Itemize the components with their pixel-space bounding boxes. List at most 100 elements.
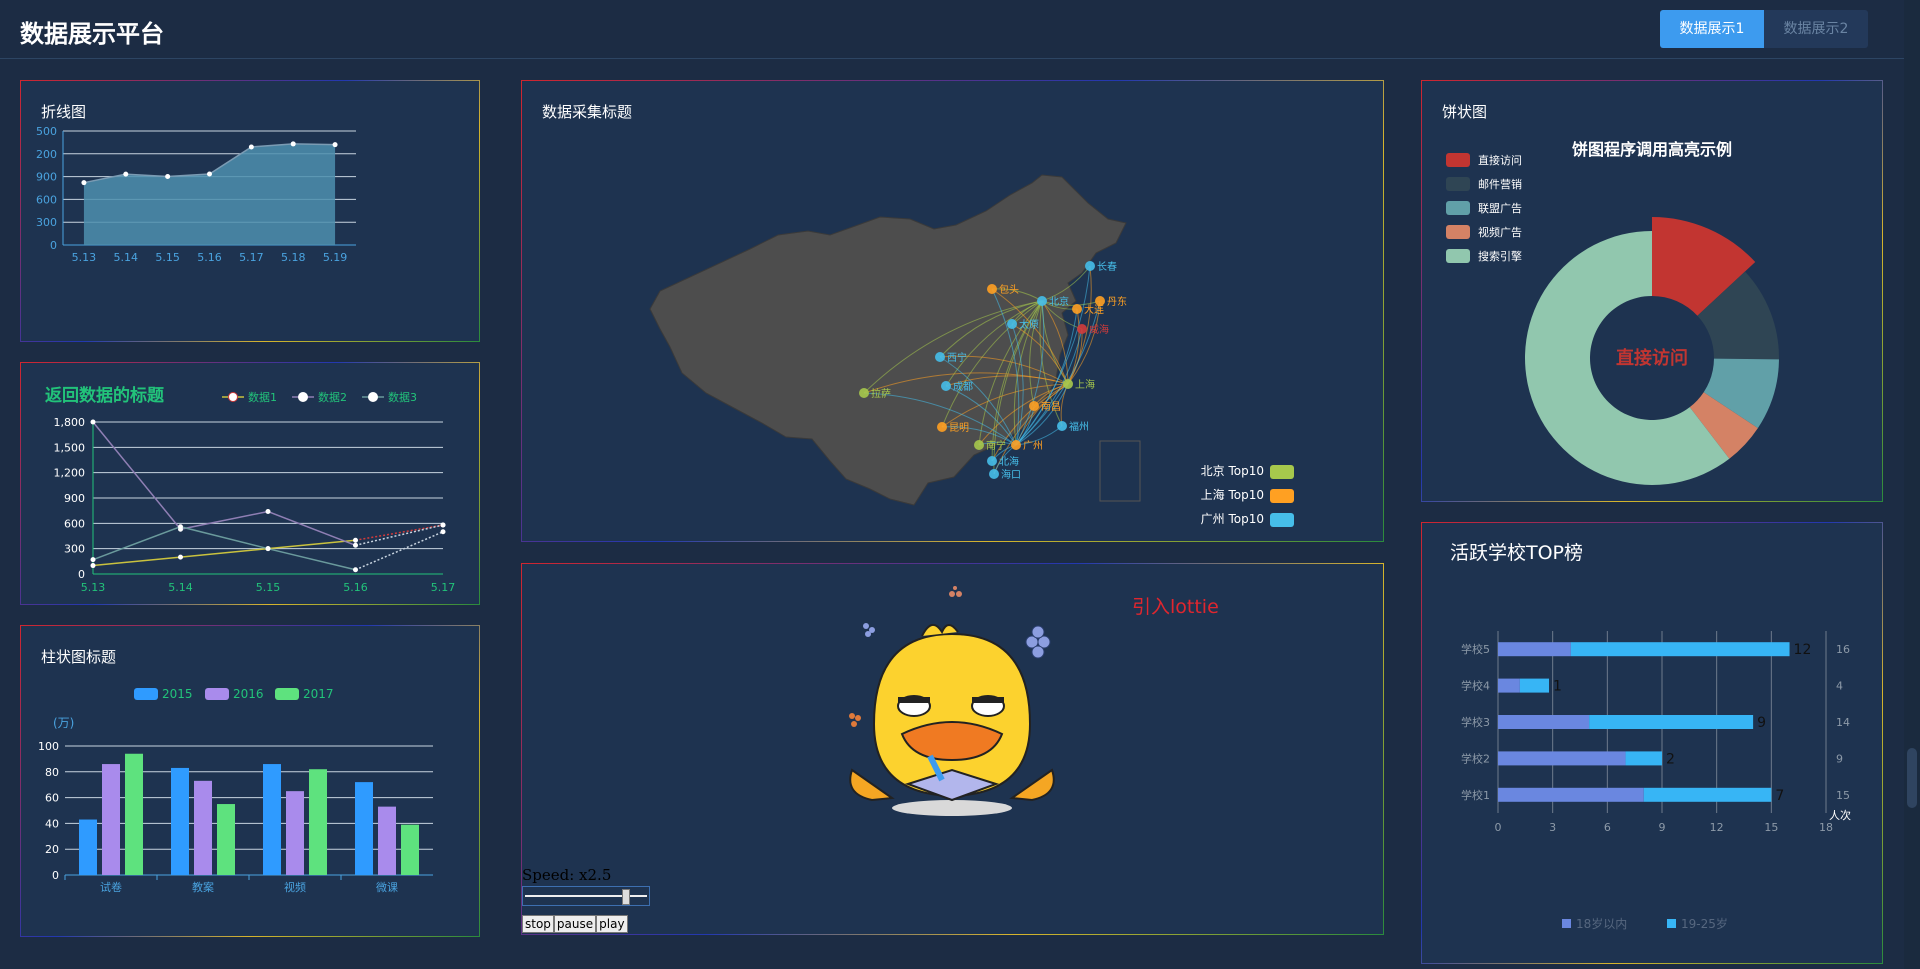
south-sea-inset [1099, 440, 1141, 502]
slider-thumb[interactable] [622, 889, 630, 905]
data-point [178, 524, 183, 530]
y-tick-label: 100 [38, 740, 59, 753]
chart-title: 活跃学校TOP榜 [1450, 542, 1583, 564]
legend-swatch [134, 688, 158, 700]
view-tabs: 数据展示1 数据展示2 [1660, 10, 1868, 48]
city-marker [1029, 401, 1039, 411]
city-marker [1085, 261, 1095, 271]
y-tick-label: 1,800 [54, 416, 86, 429]
legend-label: 19-25岁 [1681, 916, 1728, 931]
city-label: 南昌 [1041, 400, 1061, 413]
stop-button[interactable]: stop [522, 915, 554, 933]
y-tick-label: 500 [36, 125, 57, 138]
lottie-panel: 引入lottie Speed: x2.5 stop pause play [521, 563, 1384, 935]
scrollbar-thumb[interactable] [1907, 748, 1917, 808]
x-tick-label: 5.19 [323, 251, 348, 264]
city-marker [937, 422, 947, 432]
legend-label: 18岁以内 [1576, 916, 1627, 931]
y-tick-label: 学校4 [1461, 679, 1490, 693]
bar-segment [1498, 678, 1520, 693]
x-tick-label: 9 [1659, 821, 1666, 834]
city-label: 福州 [1069, 420, 1089, 433]
legend-label: 数据1 [248, 390, 277, 404]
y-unit-label: (万) [53, 716, 74, 730]
x-tick-label: 5.17 [431, 581, 456, 594]
x-tick-label: 教案 [192, 880, 214, 894]
city-marker [987, 284, 997, 294]
pause-button[interactable]: pause [553, 915, 597, 933]
city-label: 威海 [1089, 323, 1109, 336]
city-label: 上海 [1075, 378, 1095, 391]
bar [355, 782, 373, 875]
top-header: 数据展示平台 数据展示1 数据展示2 [0, 0, 1904, 59]
bar [125, 753, 143, 875]
speed-label: Speed: x2.5 [522, 866, 612, 884]
city-marker [1037, 296, 1047, 306]
pie-chart-panel: 饼状图 直接访问 邮件营销 联盟广告 视频广告 搜索引擎 饼图程序调用高亮示例 直接访问 [1421, 80, 1883, 502]
city-label: 广州 [1023, 440, 1043, 452]
bar-segment [1498, 715, 1590, 729]
play-button[interactable]: play [596, 915, 628, 933]
speed-slider[interactable] [522, 886, 650, 906]
city-marker [1077, 324, 1087, 334]
bar [194, 780, 212, 875]
duck-animation [849, 586, 1055, 816]
pie-center-label: 直接访问 [1616, 347, 1688, 369]
y-tick-label: 40 [45, 817, 59, 830]
city-marker [859, 388, 869, 398]
y-tick-label: 300 [64, 543, 85, 556]
y-tick-label: 200 [36, 148, 57, 161]
flower-icon [1025, 625, 1051, 659]
y-tick-label: 900 [36, 171, 57, 184]
legend-label: 视频广告 [1478, 225, 1522, 239]
data-point [123, 171, 129, 177]
data-point [265, 546, 271, 552]
x-tick-label: 5.18 [281, 251, 306, 264]
y-tick-label: 学校1 [1461, 788, 1490, 802]
x-tick-label: 0 [1495, 821, 1502, 834]
right-axis-label: 15 [1836, 789, 1850, 802]
data-point [332, 142, 338, 148]
x-tick-label: 18 [1819, 821, 1833, 834]
city-label: 大连 [1084, 303, 1104, 316]
page-scrollbar[interactable] [1904, 0, 1920, 969]
x-tick-label: 5.15 [256, 581, 281, 594]
series-forecast-line [355, 524, 444, 547]
data-point [165, 174, 171, 180]
bar [79, 819, 97, 875]
bar-segment [1589, 715, 1754, 729]
duck-icon [849, 624, 1055, 816]
legend-label: 上海 Top10 [1201, 487, 1264, 502]
right-axis-label: 4 [1836, 680, 1843, 693]
y-tick-label: 学校3 [1461, 715, 1490, 729]
legend-swatch [1446, 177, 1470, 191]
city-label: 长春 [1097, 261, 1117, 273]
bar-segment [1625, 751, 1662, 766]
x-tick-label: 15 [1764, 821, 1778, 834]
x-tick-label: 5.13 [81, 581, 106, 594]
tab-view-1[interactable]: 数据展示1 [1660, 10, 1764, 48]
legend-label: 联盟广告 [1478, 202, 1522, 215]
legend-swatch [1270, 513, 1294, 527]
legend-label: 搜索引擎 [1478, 249, 1522, 263]
city-label: 北海 [999, 455, 1019, 468]
bar-chart-panel: 柱状图标题 2015 2016 2017 (万) 0 20 40 60 80 100 试卷 教案 视频微… [20, 625, 480, 937]
x-tick-label: 5.14 [168, 581, 193, 594]
city-label: 拉萨 [871, 387, 891, 400]
x-tick-label: 5.14 [114, 251, 139, 264]
data-point [90, 419, 96, 425]
city-label: 成都 [953, 381, 973, 393]
tab-view-2[interactable]: 数据展示2 [1764, 10, 1868, 48]
map-panel: 数据采集标题 长春 包头 北京 丹东 大连 太原 威海 西宁 拉萨 成都 上海 南昌 昆明 福州 南宁 广州北… [521, 80, 1384, 542]
x-tick-label: 3 [1549, 821, 1556, 834]
x-tick-label: 视频 [284, 880, 306, 894]
city-label: 包头 [999, 283, 1019, 296]
bar [378, 806, 396, 875]
y-tick-label: 0 [50, 239, 57, 252]
bar [171, 767, 189, 875]
legend-swatch [1446, 201, 1470, 215]
legend-label: 数据2 [318, 390, 347, 404]
y-tick-label: 0 [78, 568, 85, 581]
chart-title: 返回数据的标题 [45, 385, 165, 406]
city-label: 北京 [1049, 295, 1069, 308]
